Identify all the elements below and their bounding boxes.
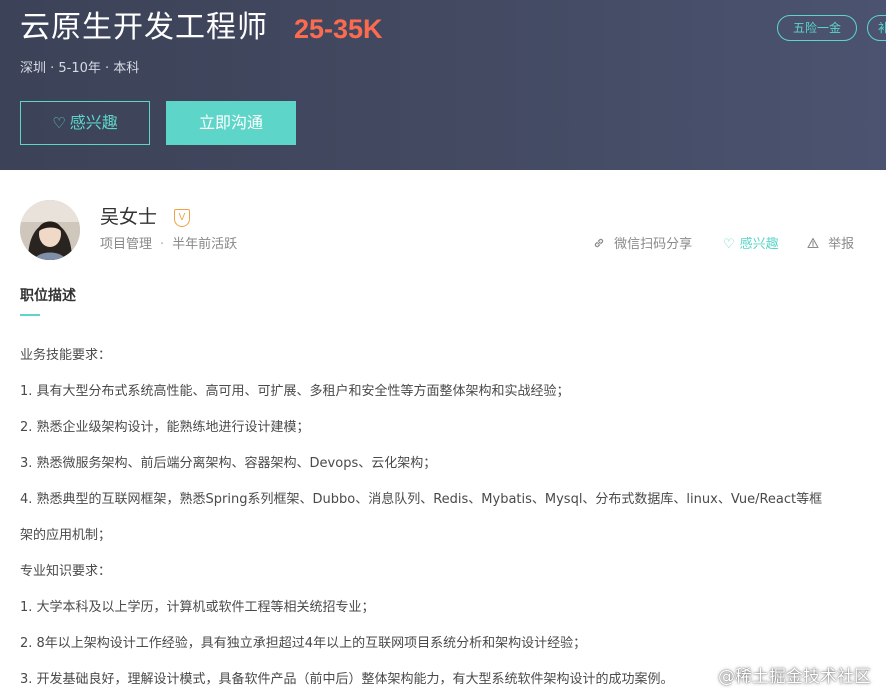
report-label: 举报	[828, 237, 855, 252]
warning-icon	[807, 237, 823, 252]
favorite-link[interactable]: ♡ 感兴趣	[723, 236, 779, 254]
description-line: 2. 熟悉企业级架构设计，能熟练地进行设计建模；	[20, 420, 310, 435]
recruiter-name: 吴女士	[100, 206, 158, 228]
section-title: 职位描述	[20, 288, 76, 304]
link-icon	[593, 237, 609, 252]
chat-now-button[interactable]: 立即沟通	[166, 101, 296, 145]
favorite-label: 感兴趣	[739, 237, 779, 252]
description-line: 3. 熟悉微服务架构、前后端分离架构、容器架构、Devops、云化架构；	[20, 456, 437, 471]
report-link[interactable]: 举报	[807, 236, 854, 254]
description-line: 架的应用机制；	[20, 528, 112, 543]
description-line: 2. 8年以上架构设计工作经验，具有独立承担超过4年以上的互联网项目系统分析和架…	[20, 636, 587, 651]
avatar-photo-icon	[20, 200, 80, 260]
recruiter-activity: 半年前活跃	[172, 237, 238, 252]
watermark: @稀土掘金技术社区	[718, 667, 871, 687]
benefit-tag: 五险一金	[777, 15, 857, 41]
share-link[interactable]: 微信扫码分享	[593, 236, 692, 254]
salary: 25-35K	[294, 14, 383, 44]
job-meta: 深圳 · 5-10年 · 本科	[20, 61, 140, 76]
heart-icon: ♡	[52, 114, 66, 132]
description-line: 1. 具有大型分布式系统高性能、高可用、可扩展、多租户和安全性等方面整体架构和实…	[20, 384, 570, 399]
benefit-tag: 补	[867, 15, 886, 41]
share-label: 微信扫码分享	[614, 237, 693, 252]
job-title: 云原生开发工程师	[20, 10, 268, 45]
description-line: 业务技能要求：	[20, 348, 112, 363]
avatar[interactable]	[20, 200, 80, 260]
section-underline	[20, 314, 40, 316]
job-header-banner: 云原生开发工程师 25-35K 深圳 · 5-10年 · 本科 五险一金 补 ♡…	[0, 0, 886, 170]
description-line: 1. 大学本科及以上学历，计算机或软件工程等相关统招专业；	[20, 600, 375, 615]
interest-button[interactable]: ♡ 感兴趣	[20, 101, 150, 145]
interest-button-label: 感兴趣	[69, 113, 118, 132]
heart-icon: ♡	[723, 237, 735, 252]
description-line: 4. 熟悉典型的互联网框架，熟悉Spring系列框架、Dubbo、消息队列、Re…	[20, 492, 823, 507]
separator: ·	[160, 237, 165, 252]
recruiter-meta: 项目管理 · 半年前活跃	[100, 236, 237, 254]
job-description: 业务技能要求： 1. 具有大型分布式系统高性能、高可用、可扩展、多租户和安全性等…	[20, 338, 860, 697]
description-line: 专业知识要求：	[20, 564, 112, 579]
recruiter-role: 项目管理	[100, 237, 153, 252]
verified-badge-icon: V	[174, 209, 190, 227]
